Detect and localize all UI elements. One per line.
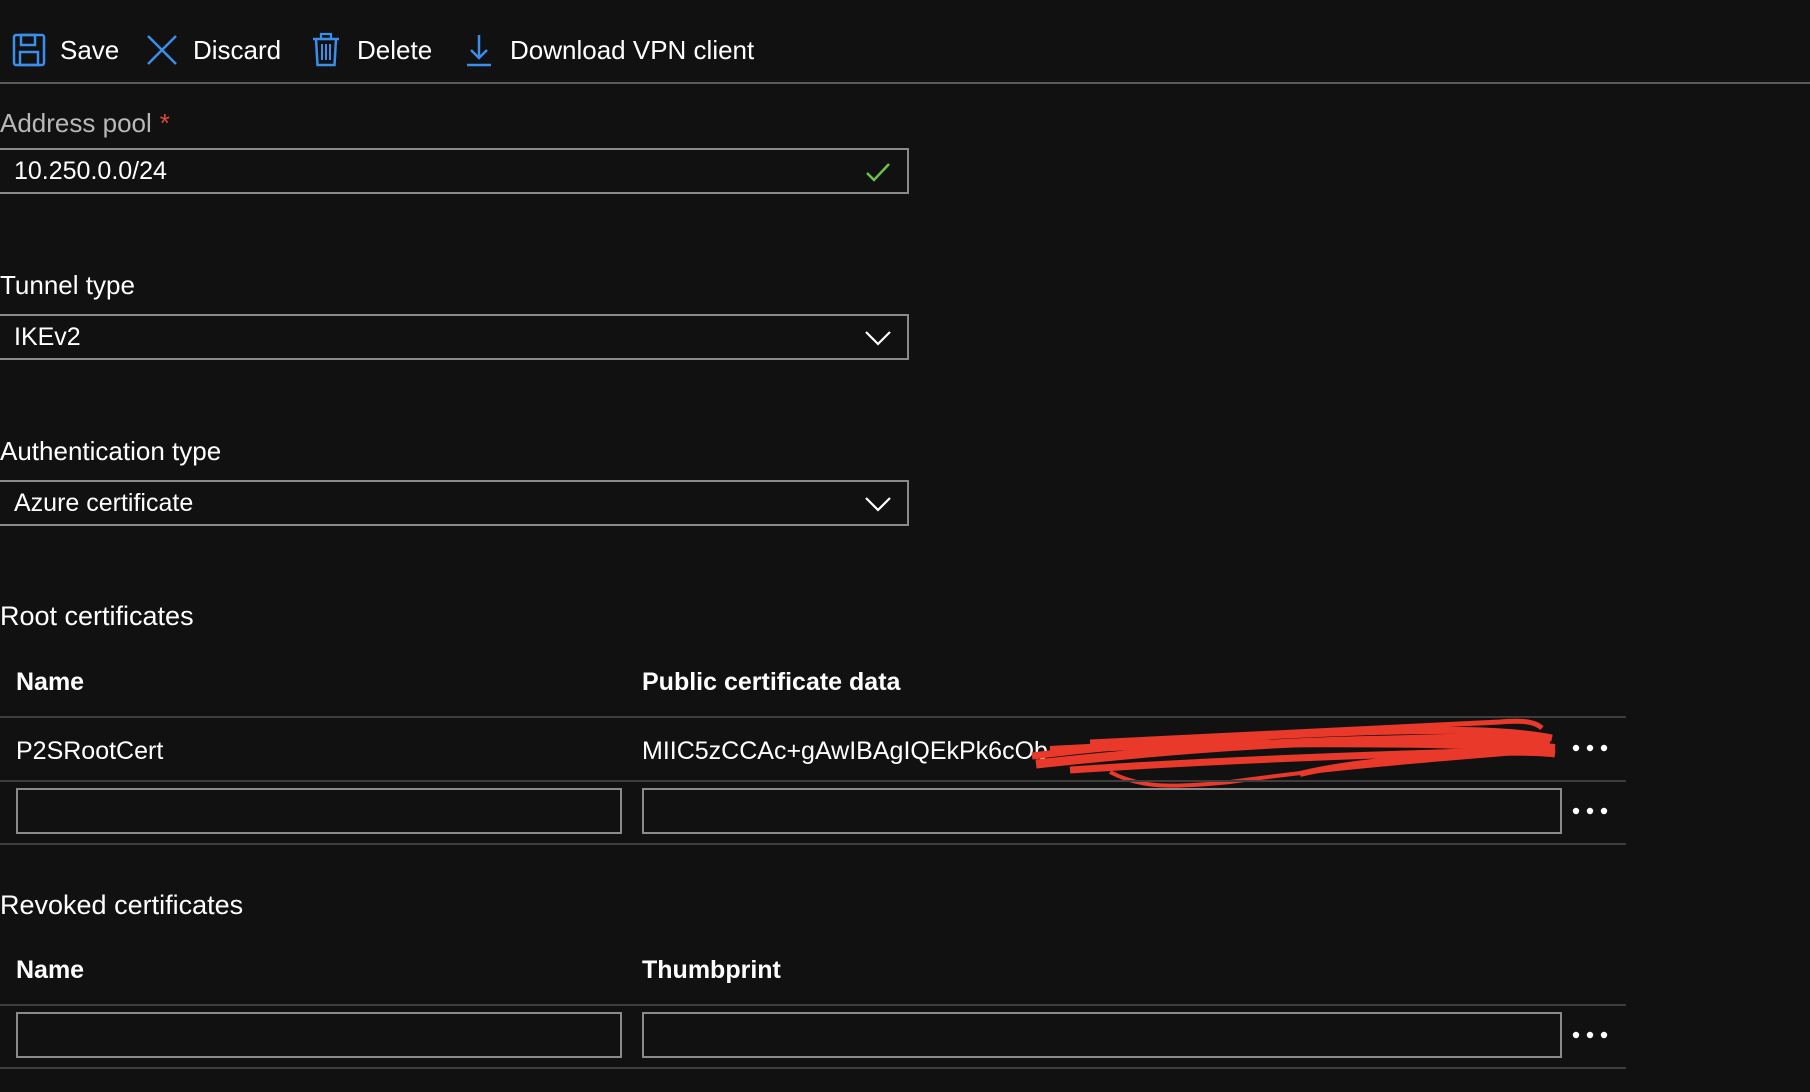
chevron-down-icon [863,324,893,352]
tunnel-type-dropdown[interactable]: IKEv2 [0,314,909,360]
tunnel-type-value: IKEv2 [14,323,81,351]
divider [0,843,1626,845]
address-pool-input[interactable]: 10.250.0.0/24 [0,148,909,194]
discard-label: Discard [193,34,282,65]
ellipsis-icon [1572,744,1608,752]
authentication-type-value: Azure certificate [14,489,194,517]
tunnel-type-label: Tunnel type [0,270,135,300]
address-pool-label: Address pool * [0,108,170,139]
address-pool-label-text: Address pool [0,108,152,138]
ellipsis-icon [1572,1031,1608,1039]
root-cert-new-name-input[interactable] [16,788,622,834]
authentication-type-label: Authentication type [0,436,222,466]
root-cert-new-data-input[interactable] [642,788,1562,834]
trash-icon [307,31,345,69]
check-icon [863,158,893,186]
authentication-type-dropdown[interactable]: Azure certificate [0,480,909,526]
more-options-button[interactable] [1570,1023,1610,1047]
discard-button[interactable]: Discard [143,26,281,74]
delete-label: Delete [357,34,433,65]
more-options-button[interactable] [1570,799,1610,823]
divider [0,780,1626,782]
root-cert-name-cell: P2SRootCert [16,737,164,765]
revoked-cert-new-name-input[interactable] [16,1012,622,1058]
save-button[interactable]: Save [10,26,119,74]
save-label: Save [60,34,120,65]
download-vpn-client-button[interactable]: Download VPN client [460,26,754,74]
close-icon [143,31,181,69]
revoked-cert-thumbprint-header: Thumbprint [642,956,781,984]
root-cert-data-header: Public certificate data [642,668,901,696]
revoked-cert-new-thumbprint-input[interactable] [642,1012,1562,1058]
root-certificates-title: Root certificates [0,601,194,631]
chevron-down-icon [863,490,893,518]
root-cert-name-header: Name [16,668,85,696]
divider [0,1067,1626,1069]
address-pool-value: 10.250.0.0/24 [14,157,167,185]
more-options-button[interactable] [1570,736,1610,760]
required-marker: * [159,108,170,138]
revoked-cert-name-header: Name [16,956,85,984]
divider [0,1004,1626,1006]
download-icon [460,31,498,69]
ellipsis-icon [1572,807,1608,815]
download-vpn-client-label: Download VPN client [510,34,755,65]
delete-button[interactable]: Delete [307,26,432,74]
redaction-scribble [1031,718,1556,788]
command-bar: Save Discard Delete Download VPN client [0,0,1810,84]
save-icon [10,31,48,69]
revoked-certificates-title: Revoked certificates [0,890,244,920]
